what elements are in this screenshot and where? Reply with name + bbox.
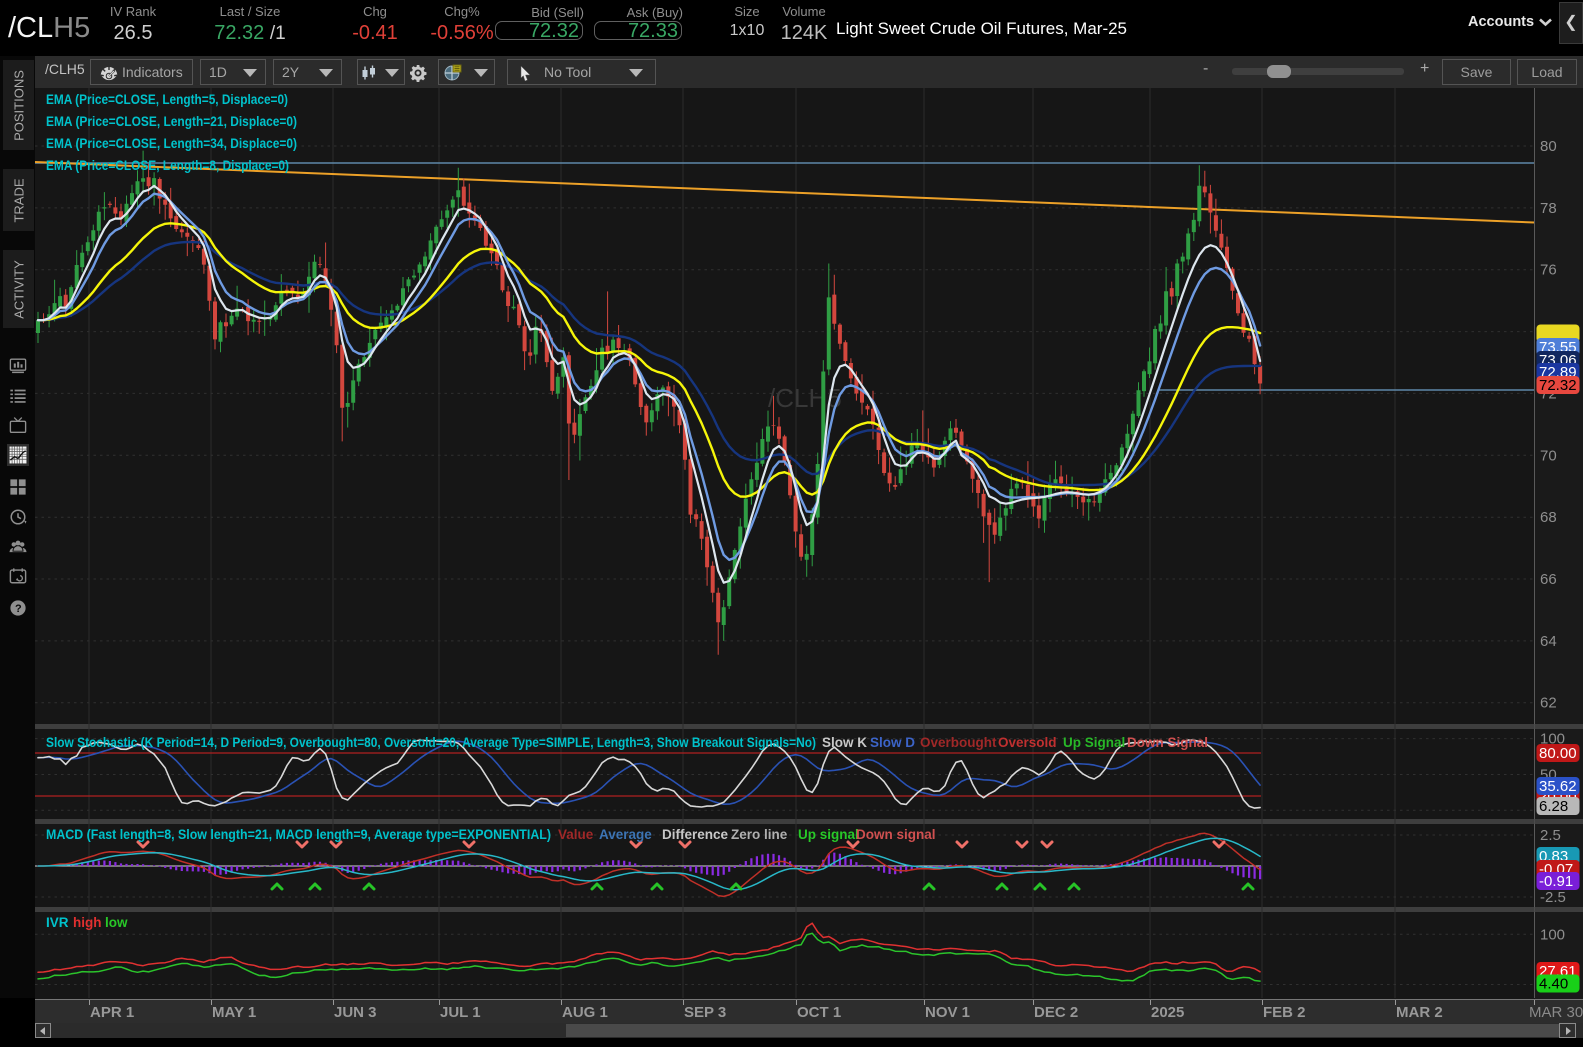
svg-text:6.28: 6.28 [1539, 798, 1568, 815]
svg-text:72.32: 72.32 [1539, 377, 1577, 394]
svg-text:Oversold: Oversold [998, 735, 1057, 750]
svg-text:2.5: 2.5 [1540, 827, 1561, 844]
svg-text:76: 76 [1540, 262, 1557, 279]
svg-text:62: 62 [1540, 695, 1557, 712]
svg-text:80.00: 80.00 [1539, 745, 1577, 762]
svg-text:80: 80 [1540, 138, 1557, 155]
svg-text:68: 68 [1540, 509, 1557, 526]
svg-text:64: 64 [1540, 633, 1557, 650]
svg-text:?: ? [15, 603, 22, 615]
svg-text:EMA (Price=CLOSE, Length=8, Di: EMA (Price=CLOSE, Length=8, Displace=0) [46, 158, 289, 173]
svg-text:Difference: Difference [662, 827, 729, 842]
svg-text:Average: Average [599, 827, 652, 842]
svg-text:high: high [73, 915, 102, 930]
svg-text:Slow K: Slow K [822, 735, 867, 750]
svg-text:66: 66 [1540, 571, 1557, 588]
svg-text:EMA (Price=CLOSE, Length=34, D: EMA (Price=CLOSE, Length=34, Displace=0) [46, 136, 297, 151]
svg-text:EMA (Price=CLOSE, Length=21, D: EMA (Price=CLOSE, Length=21, Displace=0) [46, 114, 297, 129]
svg-text:Value: Value [558, 827, 594, 842]
svg-text:-0.91: -0.91 [1539, 873, 1573, 890]
svg-text:MACD (Fast length=8, Slow leng: MACD (Fast length=8, Slow length=21, MAC… [46, 827, 551, 842]
svg-text:IVR: IVR [46, 915, 69, 930]
svg-text:100: 100 [1540, 926, 1565, 943]
svg-text:78: 78 [1540, 200, 1557, 217]
svg-text:70: 70 [1540, 447, 1557, 464]
svg-text:low: low [105, 915, 128, 930]
svg-text:Slow D: Slow D [870, 735, 915, 750]
svg-text:35.62: 35.62 [1539, 778, 1577, 795]
svg-text:Down Signal: Down Signal [1127, 735, 1208, 750]
svg-text:Up signal: Up signal [798, 827, 859, 842]
svg-text:Down signal: Down signal [856, 827, 936, 842]
svg-text:Slow Stochastic (K Period=14,: Slow Stochastic (K Period=14, D Period=9… [46, 735, 816, 750]
svg-text:-2.5: -2.5 [1540, 889, 1566, 906]
svg-text:EMA (Price=CLOSE, Length=5, Di: EMA (Price=CLOSE, Length=5, Displace=0) [46, 92, 288, 107]
svg-text:Zero line: Zero line [731, 827, 788, 842]
svg-text:Up Signal: Up Signal [1063, 735, 1125, 750]
svg-text:Overbought: Overbought [920, 735, 997, 750]
svg-text:4.40: 4.40 [1539, 976, 1568, 993]
